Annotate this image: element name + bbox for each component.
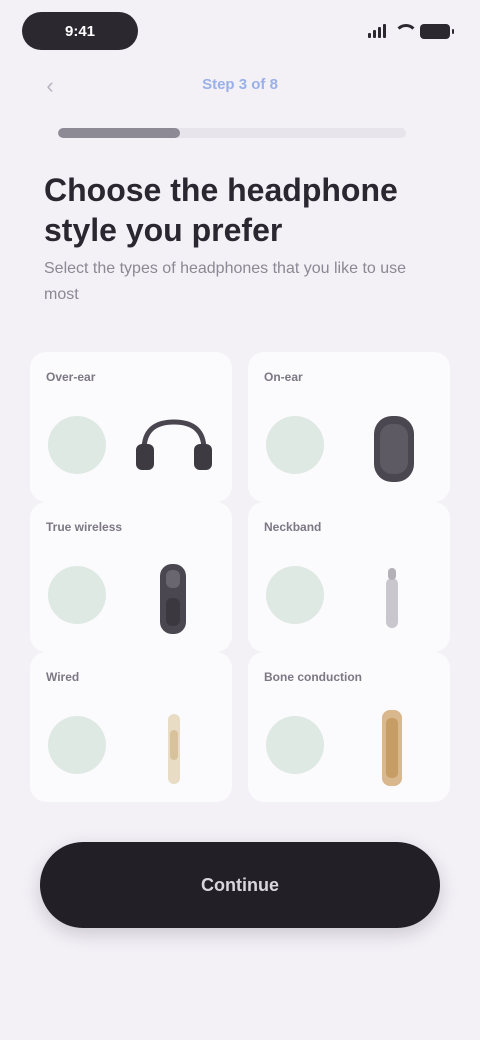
step-indicator: Step 3 of 8 [202, 76, 278, 93]
signal-icon [368, 24, 386, 38]
option-card-over-ear[interactable]: Over-ear [30, 352, 232, 502]
over-ear-headphones-icon [130, 400, 218, 492]
status-icons [368, 20, 454, 42]
page-title: Choose the headphone style you prefer [44, 172, 398, 248]
option-label: Over-ear [46, 370, 96, 384]
option-card-wired[interactable]: Wired [30, 652, 232, 802]
options-grid: Over-ear On-ear True wireless Neckband W… [30, 352, 450, 802]
option-card-true-wireless[interactable]: True wireless [30, 502, 232, 652]
option-radio[interactable] [48, 716, 106, 774]
option-label: Wired [46, 670, 80, 684]
option-card-neckband[interactable]: Neckband [248, 502, 450, 652]
option-radio[interactable] [48, 566, 106, 624]
progress-fill [58, 128, 180, 138]
page-subtitle: Select the types of headphones that you … [44, 260, 407, 303]
option-radio[interactable] [266, 566, 324, 624]
option-radio[interactable] [266, 716, 324, 774]
option-radio[interactable] [48, 416, 106, 474]
status-bar: 9:41 [0, 0, 480, 64]
true-wireless-earbuds-icon [130, 550, 218, 642]
bone-conduction-icon [348, 700, 436, 792]
continue-button[interactable]: Continue [40, 842, 440, 928]
option-label: Bone conduction [264, 670, 362, 684]
option-label: Neckband [264, 520, 322, 534]
status-time: 9:41 [22, 12, 138, 50]
option-card-on-ear[interactable]: On-ear [248, 352, 450, 502]
option-radio[interactable] [266, 416, 324, 474]
option-label: On-ear [264, 370, 303, 384]
on-ear-headphones-icon [348, 400, 436, 492]
progress-bar [58, 128, 406, 138]
battery-icon [420, 23, 454, 39]
top-nav: ‹ Step 3 of 8 [0, 66, 480, 106]
neckband-earphones-icon [348, 550, 436, 642]
wifi-icon [394, 24, 418, 38]
option-label: True wireless [46, 520, 123, 534]
option-card-bone-conduction[interactable]: Bone conduction [248, 652, 450, 802]
wired-earphones-icon [130, 700, 218, 792]
